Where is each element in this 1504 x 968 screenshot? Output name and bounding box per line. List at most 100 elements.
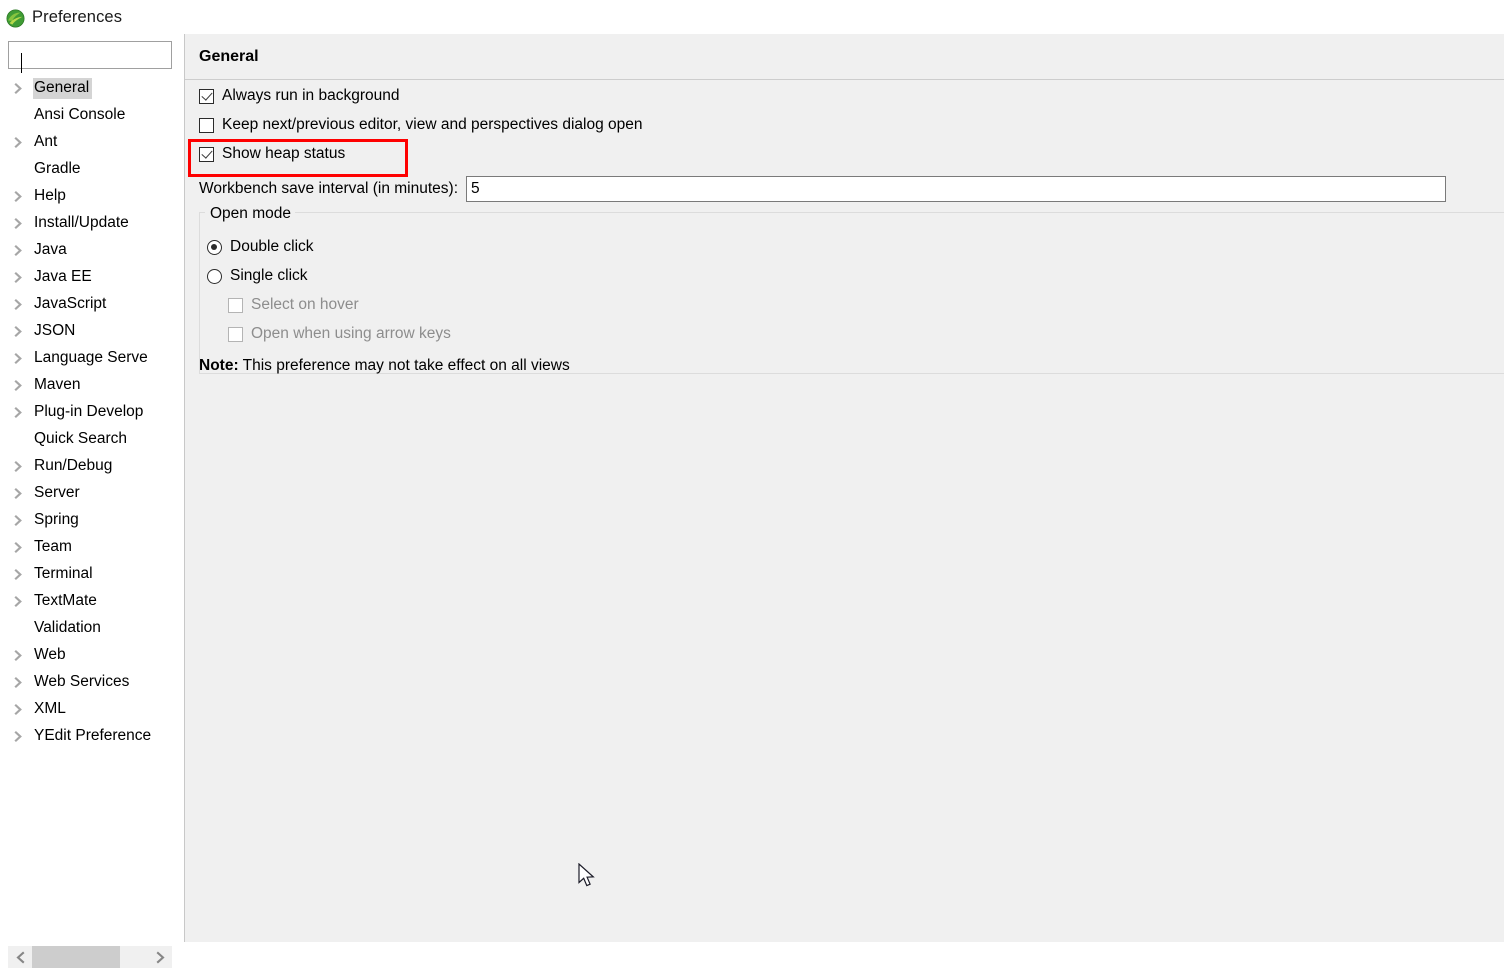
sidebar-item-label: Java EE [34,268,92,286]
chevron-right-icon[interactable] [13,271,33,284]
preferences-tree-pane: General Ansi Console Ant Gradle Help Install/… [0,34,184,968]
chevron-right-icon[interactable] [13,325,33,338]
checkbox-select-on-hover [228,297,243,313]
preferences-tree[interactable]: General Ansi Console Ant Gradle Help Install/… [0,75,184,935]
chevron-right-icon[interactable] [13,514,33,527]
open-mode-legend: Open mode [205,204,295,224]
scroll-right-arrow-icon[interactable] [148,946,172,968]
sidebar-item-label: General [33,78,93,99]
radio-single-click[interactable] [207,268,222,284]
sidebar-item-maven[interactable]: Maven [0,372,184,399]
radio-row-double-click[interactable]: Double click [207,238,314,256]
window-title-bar: Preferences [0,0,1504,34]
sidebar-item-general[interactable]: General [0,75,184,102]
checkbox-row-keep-next-previous-editor[interactable]: Keep next/previous editor, view and pers… [199,116,643,134]
chevron-right-icon[interactable] [13,595,33,608]
sidebar-item-label: Team [34,538,72,556]
sidebar-item-quick-search[interactable]: Quick Search [0,426,184,453]
chevron-right-icon[interactable] [13,703,33,716]
workbench-save-interval-row: Workbench save interval (in minutes): [199,176,1447,202]
chevron-right-icon[interactable] [13,568,33,581]
sidebar-item-validation[interactable]: Validation [0,615,184,642]
checkbox-row-select-on-hover: Select on hover [228,296,359,314]
sidebar-item-label: XML [34,700,66,718]
chevron-right-icon[interactable] [13,244,33,257]
sidebar-item-label: Plug-in Develop [34,403,144,421]
radio-double-click[interactable] [207,239,222,255]
checkbox-label-show-heap-status: Show heap status [222,145,346,162]
chevron-right-icon[interactable] [13,379,33,392]
sidebar-item-json[interactable]: JSON [0,318,184,345]
sidebar-item-java-ee[interactable]: Java EE [0,264,184,291]
chevron-right-icon[interactable] [13,190,33,203]
sidebar-item-spring[interactable]: Spring [0,507,184,534]
sidebar-item-run-debug[interactable]: Run/Debug [0,453,184,480]
sidebar-item-xml[interactable]: XML [0,696,184,723]
sidebar-item-label: Terminal [34,565,93,583]
sidebar-item-javascript[interactable]: JavaScript [0,291,184,318]
sidebar-item-team[interactable]: Team [0,534,184,561]
checkbox-keep-next-previous-editor[interactable] [199,117,214,133]
sidebar-item-label: Spring [34,511,79,529]
chevron-right-icon[interactable] [13,730,33,743]
chevron-right-icon[interactable] [13,406,33,419]
checkbox-always-run-in-background[interactable] [199,88,214,104]
checkbox-row-always-run-in-background[interactable]: Always run in background [199,87,400,105]
sidebar-item-help[interactable]: Help [0,183,184,210]
chevron-right-icon[interactable] [13,676,33,689]
checkbox-show-heap-status[interactable] [199,146,214,162]
sidebar-item-label: Ant [34,133,58,151]
sidebar-item-label: JavaScript [34,295,107,313]
sidebar-item-label: Java [34,241,67,259]
tree-horizontal-scrollbar[interactable] [8,946,172,968]
sidebar-item-ant[interactable]: Ant [0,129,184,156]
chevron-right-icon[interactable] [13,352,33,365]
chevron-right-icon[interactable] [13,649,33,662]
eclipse-globe-icon [6,8,25,28]
filter-text-box[interactable] [8,41,172,73]
sidebar-item-ansi-console[interactable]: Ansi Console [0,102,184,129]
chevron-right-icon[interactable] [13,217,33,230]
chevron-right-icon[interactable] [13,136,33,149]
sidebar-item-label: Web [34,646,66,664]
chevron-right-icon[interactable] [13,487,33,500]
sidebar-item-yedit-preference[interactable]: YEdit Preference [0,723,184,750]
sidebar-item-web[interactable]: Web [0,642,184,669]
sidebar-item-label: Quick Search [34,430,128,448]
sidebar-item-label: Server [34,484,80,502]
note-prefix-label: Note: [199,357,239,374]
checkbox-row-open-when-using-arrow-keys: Open when using arrow keys [228,325,451,343]
filter-input[interactable] [9,42,171,68]
radio-row-single-click[interactable]: Single click [207,267,308,285]
sidebar-item-server[interactable]: Server [0,480,184,507]
open-mode-group [199,212,1504,374]
sidebar-item-label: Validation [34,619,101,637]
scrollbar-thumb[interactable] [32,946,120,968]
sidebar-item-java[interactable]: Java [0,237,184,264]
page-title: General [199,48,259,65]
sidebar-item-plug-in-develop[interactable]: Plug-in Develop [0,399,184,426]
sidebar-item-label: Maven [34,376,81,394]
text-cursor [21,53,22,73]
scroll-left-arrow-icon[interactable] [8,946,32,968]
window-title: Preferences [32,7,123,26]
checkbox-label-always-run-in-background: Always run in background [222,87,400,104]
chevron-right-icon[interactable] [13,82,33,95]
sidebar-item-textmate[interactable]: TextMate [0,588,184,615]
sidebar-item-install-update[interactable]: Install/Update [0,210,184,237]
checkbox-open-when-using-arrow-keys [228,326,243,342]
sidebar-item-gradle[interactable]: Gradle [0,156,184,183]
sidebar-item-terminal[interactable]: Terminal [0,561,184,588]
sidebar-item-web-services[interactable]: Web Services [0,669,184,696]
checkbox-label-open-when-using-arrow-keys: Open when using arrow keys [251,325,451,342]
chevron-right-icon[interactable] [13,460,33,473]
checkbox-row-show-heap-status[interactable]: Show heap status [199,145,345,163]
note-text: This preference may not take effect on a… [238,357,570,374]
sidebar-item-label: Help [34,187,66,205]
chevron-right-icon[interactable] [13,541,33,554]
sidebar-item-label: Gradle [34,160,81,178]
chevron-right-icon[interactable] [13,298,33,311]
scrollbar-track[interactable] [32,946,148,968]
sidebar-item-language-serve[interactable]: Language Serve [0,345,184,372]
workbench-save-interval-input[interactable] [466,176,1447,202]
